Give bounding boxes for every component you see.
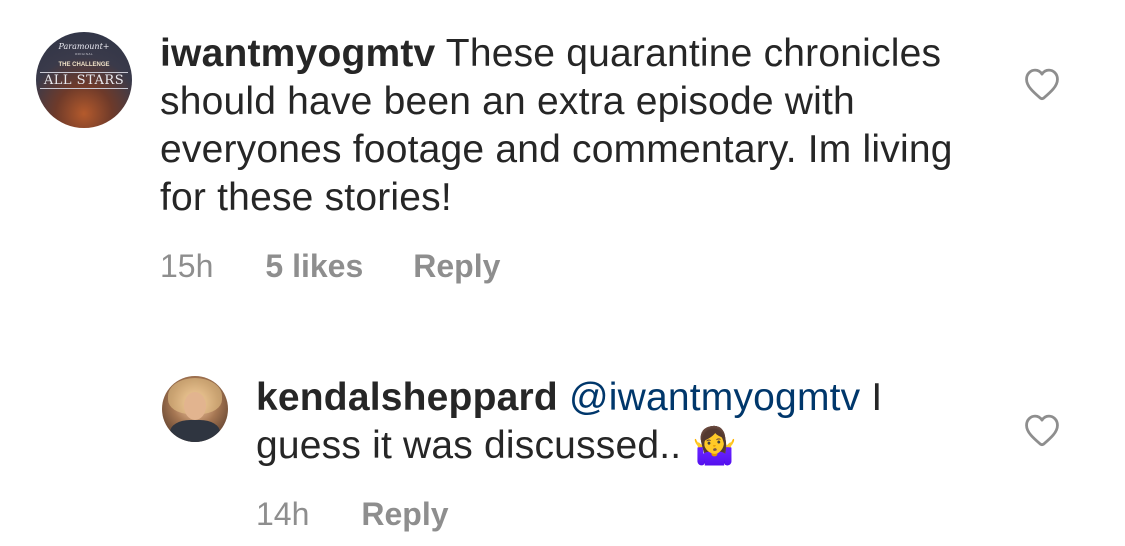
comment-mention[interactable]: @iwantmyogmtv bbox=[569, 376, 860, 419]
comment-body: iwantmyogmtv These quarantine chronicles… bbox=[160, 30, 990, 222]
avatar-body bbox=[170, 420, 220, 442]
comment-timestamp[interactable]: 14h bbox=[256, 496, 309, 533]
comment-username[interactable]: iwantmyogmtv bbox=[160, 32, 435, 75]
avatar-sub-text: ORIGINAL bbox=[74, 52, 94, 56]
comment-username[interactable]: kendalsheppard bbox=[256, 376, 558, 419]
shrug-emoji-icon: 🤷‍♀️ bbox=[692, 425, 738, 466]
comment-meta: 14h Reply bbox=[256, 496, 449, 533]
comment-meta: 15h 5 likes Reply bbox=[160, 248, 500, 285]
comment-timestamp[interactable]: 15h bbox=[160, 248, 213, 285]
comment-body: kendalsheppard @iwantmyogmtv I guess it … bbox=[256, 374, 986, 470]
avatar[interactable]: Paramount+ ORIGINAL THE CHALLENGE ALL ST… bbox=[36, 32, 132, 128]
avatar-face bbox=[184, 392, 206, 420]
comment-likes-count[interactable]: 5 likes bbox=[265, 248, 363, 285]
heart-icon[interactable] bbox=[1023, 413, 1061, 447]
reply-button[interactable]: Reply bbox=[361, 496, 448, 533]
reply-button[interactable]: Reply bbox=[413, 248, 500, 285]
avatar-brand-text: Paramount+ bbox=[58, 42, 110, 51]
avatar[interactable] bbox=[162, 376, 228, 442]
avatar-show-text: THE CHALLENGE bbox=[58, 62, 110, 68]
heart-icon[interactable] bbox=[1023, 67, 1061, 101]
avatar-title-text: ALL STARS bbox=[40, 72, 128, 89]
